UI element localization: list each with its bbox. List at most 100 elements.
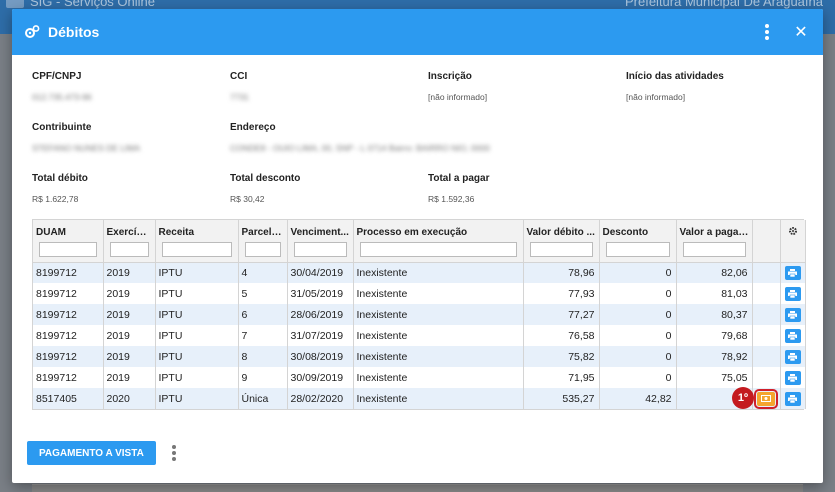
cci-field: CCI 7731	[230, 65, 428, 116]
filter-input-vencimento[interactable]	[293, 242, 347, 258]
cell-desconto: 0	[599, 346, 677, 367]
cpf-label: CPF/CNPJ	[32, 71, 82, 82]
col-header-actions	[752, 220, 781, 240]
col-header-desconto[interactable]: Desconto	[599, 220, 677, 240]
gear-icon[interactable]	[780, 220, 806, 240]
cell-desconto: 0	[599, 325, 677, 346]
cell-duam: 8199712	[33, 304, 104, 325]
kebab-menu-icon[interactable]	[755, 20, 779, 44]
table-row: 8199712 2019 IPTU 9 30/09/2019 Inexisten…	[33, 367, 806, 388]
close-icon[interactable]: ✕	[791, 22, 811, 42]
print-button[interactable]	[784, 307, 801, 322]
debitos-dialog: Débitos ✕ CPF/CNPJ 012.735.473-96 CCI 77…	[12, 9, 823, 483]
print-button[interactable]	[784, 370, 801, 385]
total-pagar-label: Total a pagar	[428, 173, 490, 184]
cell-receita: IPTU	[155, 283, 239, 304]
inscricao-value: [não informado]	[428, 92, 488, 102]
col-header-valor-debito[interactable]: Valor débito ...	[523, 220, 600, 240]
cell-valor-debito: 535,27	[523, 388, 600, 409]
inicio-atividades-field: Início das atividades [não informado]	[626, 65, 823, 116]
col-header-parcela[interactable]: Parcela...	[238, 220, 288, 240]
cell-parcela: 4	[238, 262, 288, 283]
cell-receita: IPTU	[155, 367, 239, 388]
money-icon[interactable]	[754, 388, 778, 409]
debts-table: DUAM Exercíci... Receita Parcela... Venc…	[32, 219, 806, 410]
cpf-field: CPF/CNPJ 012.735.473-96	[32, 65, 230, 116]
cell-duam: 8199712	[33, 283, 104, 304]
table-row: 8199712 2019 IPTU 4 30/04/2019 Inexisten…	[33, 262, 806, 283]
filter-input-valor-pagar[interactable]	[682, 242, 746, 258]
cell-vencimento: 30/04/2019	[287, 262, 354, 283]
cell-desconto: 0	[599, 367, 677, 388]
cell-receita: IPTU	[155, 388, 239, 409]
cell-vencimento: 31/07/2019	[287, 325, 354, 346]
print-button[interactable]	[784, 349, 801, 364]
cell-valor-debito: 71,95	[523, 367, 600, 388]
cell-processo: Inexistente	[353, 283, 524, 304]
cell-receita: IPTU	[155, 325, 239, 346]
cell-exercicio: 2019	[103, 304, 156, 325]
table-header-row: DUAM Exercíci... Receita Parcela... Venc…	[33, 220, 806, 240]
print-button[interactable]	[784, 286, 801, 301]
cell-vencimento: 28/06/2019	[287, 304, 354, 325]
cell-valor-pagar: 78,92	[676, 346, 753, 367]
cell-processo: Inexistente	[353, 304, 524, 325]
cell-valor-pagar: 75,05	[676, 367, 753, 388]
cell-receita: IPTU	[155, 304, 239, 325]
cell-parcela: 8	[238, 346, 288, 367]
pagamento-a-vista-button[interactable]: PAGAMENTO A VISTA	[27, 441, 156, 465]
print-button[interactable]	[784, 265, 801, 280]
filter-input-exercicio[interactable]	[109, 242, 149, 258]
inscricao-field: Inscrição [não informado]	[428, 65, 626, 116]
col-header-exercicio[interactable]: Exercíci...	[103, 220, 156, 240]
cell-exercicio: 2019	[103, 283, 156, 304]
filter-input-parcela[interactable]	[244, 242, 281, 258]
col-header-vencimento[interactable]: Venciment...	[287, 220, 354, 240]
col-header-receita[interactable]: Receita	[155, 220, 239, 240]
print-button[interactable]	[784, 391, 801, 406]
cell-valor-pagar: 81,03	[676, 283, 753, 304]
cell-vencimento: 28/02/2020	[287, 388, 354, 409]
dialog-footer: PAGAMENTO A VISTA	[27, 441, 176, 465]
cell-desconto: 0	[599, 283, 677, 304]
inscricao-label: Inscrição	[428, 71, 472, 82]
print-button[interactable]	[784, 328, 801, 343]
cell-duam: 8199712	[33, 346, 104, 367]
step-badge: 1º	[732, 387, 754, 409]
col-header-valor-pagar[interactable]: Valor a pagar ...	[676, 220, 753, 240]
total-desconto-value: R$ 30,42	[230, 194, 265, 204]
cell-parcela: 5	[238, 283, 288, 304]
dialog-title: Débitos	[48, 24, 100, 40]
cell-vencimento: 30/08/2019	[287, 346, 354, 367]
cpf-value: 012.735.473-96	[32, 92, 92, 102]
col-header-duam[interactable]: DUAM	[33, 220, 104, 240]
contribuinte-value: STEFANO NUNES DE LIMA	[32, 143, 141, 153]
filter-input-processo[interactable]	[359, 242, 517, 258]
filter-input-valor-debito[interactable]	[529, 242, 593, 258]
col-header-processo[interactable]: Processo em execução	[353, 220, 524, 240]
cell-vencimento: 30/09/2019	[287, 367, 354, 388]
inicio-atividades-label: Início das atividades	[626, 71, 724, 82]
contribuinte-label: Contribuinte	[32, 122, 92, 133]
cell-valor-pagar: 79,68	[676, 325, 753, 346]
filter-input-receita[interactable]	[161, 242, 232, 258]
table-row: 8199712 2019 IPTU 8 30/08/2019 Inexisten…	[33, 346, 806, 367]
kebab-menu-icon[interactable]	[171, 445, 176, 461]
total-pagar-field: Total a pagar R$ 1.592,36	[428, 167, 626, 218]
cell-parcela: Única	[238, 388, 288, 409]
cell-duam: 8517405	[33, 388, 104, 409]
cell-valor-pagar: 82,06	[676, 262, 753, 283]
cell-exercicio: 2019	[103, 346, 156, 367]
cell-vencimento: 31/05/2019	[287, 283, 354, 304]
cell-processo: Inexistente	[353, 346, 524, 367]
background-footer	[32, 484, 803, 492]
dialog-header: Débitos ✕	[12, 9, 823, 55]
cell-receita: IPTU	[155, 262, 239, 283]
cell-exercicio: 2019	[103, 367, 156, 388]
table-row: 8199712 2019 IPTU 7 31/07/2019 Inexisten…	[33, 325, 806, 346]
filter-input-duam[interactable]	[39, 242, 97, 258]
filter-input-desconto[interactable]	[605, 242, 670, 258]
endereco-label: Endereço	[230, 122, 276, 133]
filter-row	[33, 240, 806, 263]
background-app-title: SIG - Serviços Online	[30, 0, 155, 9]
